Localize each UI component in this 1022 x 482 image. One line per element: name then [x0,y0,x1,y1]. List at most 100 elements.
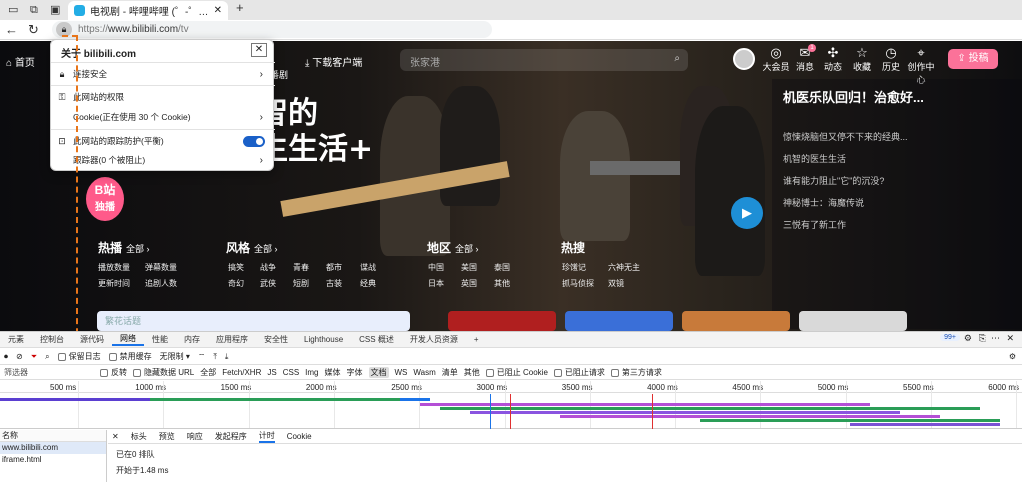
add-tab-icon[interactable]: + [466,335,487,344]
devtools-tab[interactable]: 性能 [144,334,176,345]
category-link[interactable]: 追剧人数 [145,278,177,289]
filter-type[interactable]: 全部 [200,367,216,378]
side-headline[interactable]: 机医乐队回归！治愈好... [783,87,924,106]
upload-button[interactable]: ⇪ 投稿 [948,49,998,69]
category-link[interactable]: 中国 [428,262,444,273]
devtools-tab[interactable]: 开发人员资源 [402,334,466,345]
search-icon[interactable]: ⌕ [45,352,49,362]
category-link[interactable]: 经典 [360,278,376,289]
category-link[interactable]: 奇幻 [228,278,244,289]
category-link[interactable]: 更新时间 [98,278,130,289]
connection-security-row[interactable]: 🔒︎ 连接安全 › [51,67,275,81]
category-link[interactable]: 谍战 [360,262,376,273]
detail-tab[interactable]: Cookie [287,432,312,441]
category-link[interactable]: 都市 [326,262,342,273]
column-header-name[interactable]: 名称 [0,430,106,442]
devtools-tab[interactable]: 控制台 [32,334,72,345]
side-item[interactable]: 机智的医生生活 [783,152,846,165]
detail-tab[interactable]: 标头 [131,431,147,442]
detail-tab[interactable]: 预览 [159,431,175,442]
category-link[interactable]: 六神无主 [608,262,640,273]
tab-actions-icon[interactable]: ⧉ [30,4,38,16]
avatar[interactable] [733,48,755,70]
category-link[interactable]: 古装 [326,278,342,289]
search-input[interactable]: 张家港 ⌕ [400,49,688,71]
play-icon[interactable]: ▶ [731,197,763,229]
category-link[interactable]: 其他 [494,278,510,289]
devtools-tab[interactable]: CSS 概述 [351,334,402,345]
category-link[interactable]: 武侠 [260,278,276,289]
side-item[interactable]: 三悦有了新工作 [783,218,846,231]
browser-tab[interactable]: 电视剧 - 哔哩哔哩 (゜-゜)つロ 干杯~-bilibili ✕ [68,1,228,20]
category-link[interactable]: 抓马侦探 [562,278,594,289]
filter-type[interactable]: Wasm [413,368,435,377]
url-text[interactable]: https://www.bilibili.com/tv [78,24,189,35]
category-link[interactable]: 泰国 [494,262,510,273]
site-permissions-row[interactable]: ⚿ 此网站的权限 [51,90,275,104]
request-row[interactable]: iframe.html [0,454,106,466]
issues-badge[interactable]: 99+ [940,334,960,341]
filter-checkbox[interactable]: 已阻止 Cookie [485,367,548,378]
sidebar-icon[interactable]: ▭ [8,4,18,16]
nav-download-client[interactable]: ⤓ 下载客户端 [305,54,362,69]
devtools-tab[interactable]: 源代码 [72,334,112,345]
preserve-log-checkbox[interactable]: 保留日志 [57,351,101,362]
filter-type[interactable]: JS [267,368,276,377]
address-bar[interactable]: 🔒︎ https://www.bilibili.com/tv [52,21,492,38]
filter-checkbox[interactable]: 反转 [100,367,127,378]
detail-tab[interactable]: 计时 [258,430,275,443]
filter-type[interactable]: 字体 [347,367,363,378]
category-link[interactable]: 英国 [461,278,477,289]
category-link[interactable]: 珍馐记 [562,262,586,273]
nav-history[interactable]: ◷ 历史 [874,46,908,73]
window-icon[interactable]: ▣ [50,4,60,16]
back-icon[interactable]: ← [5,22,18,37]
filter-type[interactable]: 清单 [442,367,458,378]
detail-tab[interactable]: 响应 [187,431,203,442]
filter-type[interactable]: 文档 [368,367,389,378]
trackers-row[interactable]: 跟踪器(0 个被阻止) › [51,153,275,167]
category-hot[interactable]: 热播 全部 › [98,239,150,256]
devtools-tab[interactable]: Lighthouse [296,335,351,344]
category-link[interactable]: 青春 [293,262,309,273]
side-item[interactable]: 惊悚烧脑但又停不下来的经典... [783,130,908,143]
wifi-icon[interactable]: ⌔ [198,352,206,362]
devtools-tab[interactable]: 安全性 [256,334,296,345]
close-icon[interactable]: ✕ [251,43,267,57]
category-link[interactable]: 播放数量 [98,262,130,273]
banner-card[interactable]: 繁花话题 [97,311,410,331]
filter-checkbox[interactable]: 隐藏数据 URL [133,367,194,378]
filter-type[interactable]: 媒体 [325,367,341,378]
detail-tab[interactable]: 发起程序 [215,431,247,442]
devtools-tab[interactable]: 元素 [0,334,32,345]
category-region[interactable]: 地区 全部 › [427,239,479,256]
clear-icon[interactable]: ⊘ [16,352,23,361]
category-link[interactable]: 美国 [461,262,477,273]
export-icon[interactable]: ⤓ [225,352,229,362]
video-thumb[interactable] [682,311,790,331]
category-link[interactable]: 战争 [260,262,276,273]
video-thumb[interactable] [565,311,673,331]
side-item[interactable]: 神秘博士：海魔传说 [783,196,864,209]
devtools-tab[interactable]: 网络 [112,333,144,346]
disable-cache-checkbox[interactable]: 禁用缓存 [108,351,152,362]
tracking-toggle[interactable] [243,135,265,147]
filter-type[interactable]: WS [395,368,408,377]
reload-icon[interactable]: ↻ [28,22,39,38]
category-link[interactable]: 双镜 [608,278,624,289]
filter-input[interactable]: 筛选器 [4,367,28,378]
settings-icon[interactable]: ⚙ [1009,352,1016,361]
more-icon[interactable]: ⋯ [991,333,1000,344]
filter-type[interactable]: 其他 [464,367,480,378]
close-tab-icon[interactable]: ✕ [214,5,222,16]
request-row[interactable]: www.bilibili.com [0,442,106,454]
filter-type[interactable]: Img [305,368,318,377]
filter-icon[interactable]: ⏷ [31,352,37,362]
filter-type[interactable]: CSS [283,368,299,377]
settings-icon[interactable]: ⚙ [964,333,972,344]
category-link[interactable]: 日本 [428,278,444,289]
video-thumb[interactable] [799,311,907,331]
side-item[interactable]: 谁有能力阻止"它"的沉没? [783,174,884,187]
filter-type[interactable]: Fetch/XHR [222,368,261,377]
category-style[interactable]: 风格 全部 › [226,239,278,256]
